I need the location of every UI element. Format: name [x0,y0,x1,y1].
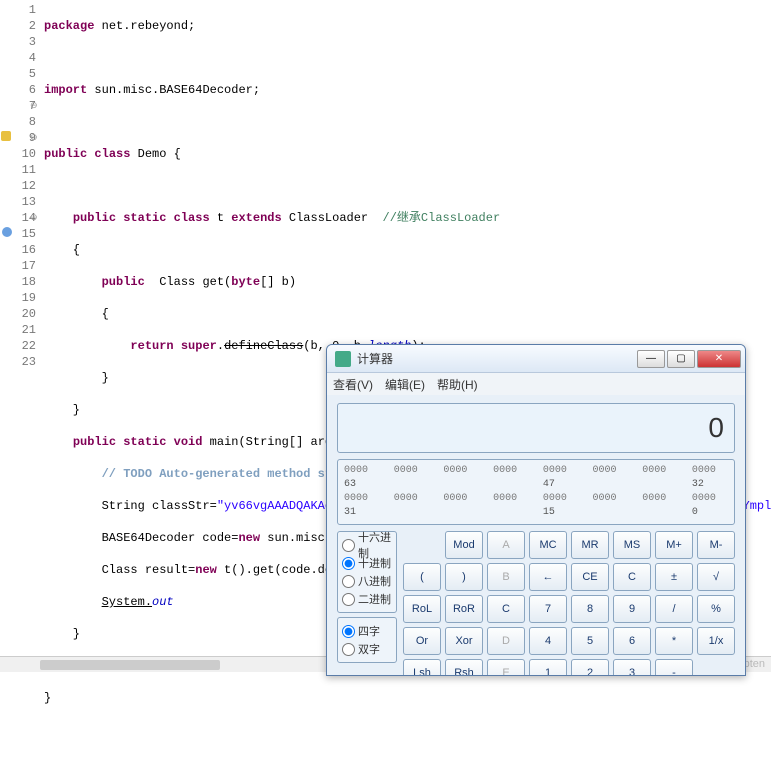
radix-dec[interactable]: 十进制 [342,554,392,572]
calculator-window: 计算器 — ▢ ✕ 查看(V) 编辑(E) 帮助(H) 0 0000000000… [326,344,746,676]
radix-hex[interactable]: 十六进制 [342,536,392,554]
key-[interactable]: ± [655,563,693,591]
key-[interactable]: % [697,595,735,623]
marker-icon [2,227,12,237]
bit-display: 00000000000000000000000000000000 634732 … [337,459,735,525]
app-icon [335,351,351,367]
close-button[interactable]: ✕ [697,350,741,368]
key-c[interactable]: C [487,595,525,623]
warning-icon [1,131,11,141]
radix-bin[interactable]: 二进制 [342,590,392,608]
key-c[interactable]: C [613,563,651,591]
key-[interactable]: ) [445,563,483,591]
key-mr[interactable]: MR [571,531,609,559]
key-6[interactable]: 6 [613,627,651,655]
maximize-button[interactable]: ▢ [667,350,695,368]
fold-icon[interactable]: ⊖ [30,210,38,226]
key-xor[interactable]: Xor [445,627,483,655]
key-ms[interactable]: MS [613,531,651,559]
key-4[interactable]: 4 [529,627,567,655]
menu-edit[interactable]: 编辑(E) [385,376,425,393]
key-[interactable]: * [655,627,693,655]
key-8[interactable]: 8 [571,595,609,623]
key-rol[interactable]: RoL [403,595,441,623]
menu-help[interactable]: 帮助(H) [437,376,478,393]
key-or[interactable]: Or [403,627,441,655]
key-rsh[interactable]: Rsh [445,659,483,676]
keypad: ModAMCMRMSM+M-()B←CEC±√RoLRoRC789/%OrXor… [403,531,735,676]
radix-oct[interactable]: 八进制 [342,572,392,590]
key-5[interactable]: 5 [571,627,609,655]
fold-icon[interactable]: ⊖ [30,130,38,146]
titlebar[interactable]: 计算器 — ▢ ✕ [327,345,745,373]
key-[interactable]: ← [529,563,567,591]
word-group: 四字 双字 [337,617,397,663]
key-[interactable]: ( [403,563,441,591]
minimize-button[interactable]: — [637,350,665,368]
line-gutter: 1234567891011121314151617181920212223 ⊖ … [0,0,40,370]
fold-icon[interactable]: ⊖ [30,98,38,114]
key-[interactable]: √ [697,563,735,591]
key-m[interactable]: M+ [655,531,693,559]
radix-group: 十六进制 十进制 八进制 二进制 [337,531,397,613]
word-qword[interactable]: 四字 [342,622,392,640]
key-[interactable]: - [655,659,693,676]
menubar: 查看(V) 编辑(E) 帮助(H) [327,373,745,395]
key-1[interactable]: 1 [529,659,567,676]
key-7[interactable]: 7 [529,595,567,623]
word-dword[interactable]: 双字 [342,640,392,658]
key-b[interactable]: B [487,563,525,591]
key-m[interactable]: M- [697,531,735,559]
key-9[interactable]: 9 [613,595,651,623]
key-lsh[interactable]: Lsh [403,659,441,676]
key-2[interactable]: 2 [571,659,609,676]
key-3[interactable]: 3 [613,659,651,676]
key-d[interactable]: D [487,627,525,655]
key-ror[interactable]: RoR [445,595,483,623]
key-mod[interactable]: Mod [445,531,483,559]
key-[interactable]: / [655,595,693,623]
key-mc[interactable]: MC [529,531,567,559]
window-title: 计算器 [357,350,637,367]
menu-view[interactable]: 查看(V) [333,376,373,393]
key-a[interactable]: A [487,531,525,559]
calc-display: 0 [337,403,735,453]
key-e[interactable]: E [487,659,525,676]
key-ce[interactable]: CE [571,563,609,591]
key-1x[interactable]: 1/x [697,627,735,655]
